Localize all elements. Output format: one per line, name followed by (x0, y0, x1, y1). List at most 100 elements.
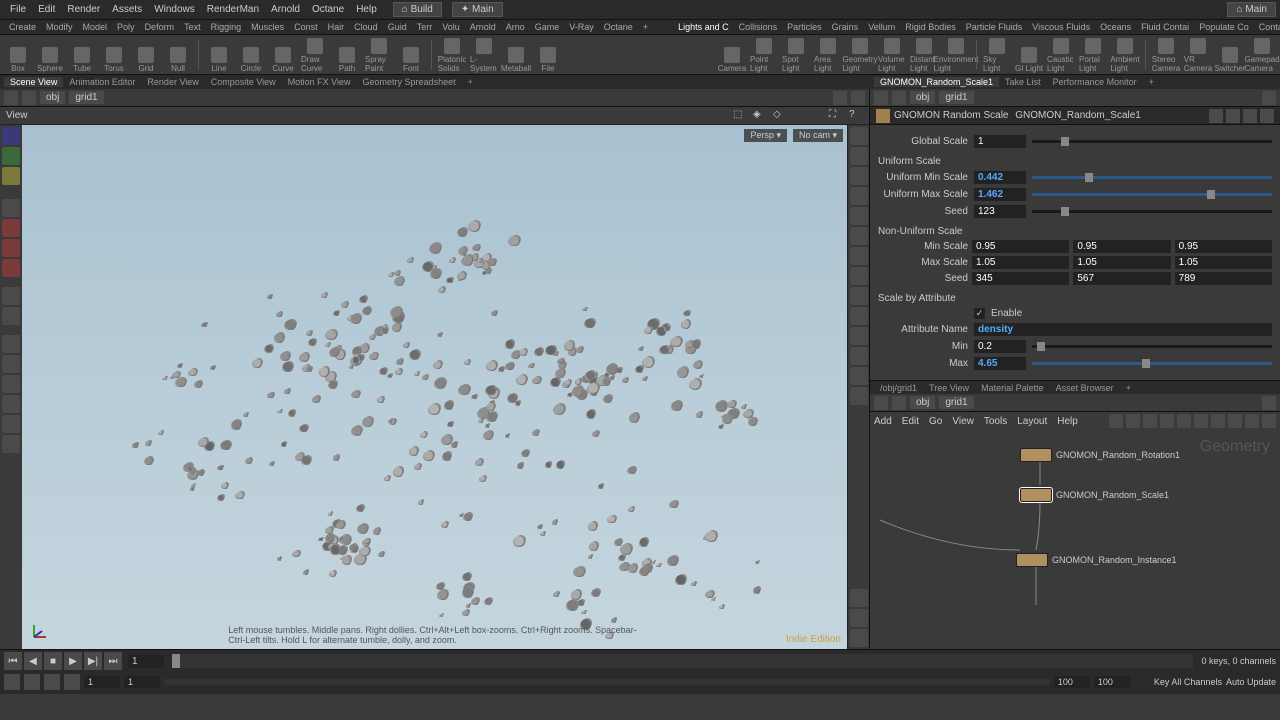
shelf-tab[interactable]: Model (78, 22, 113, 32)
snap-icon[interactable]: ⬚ (733, 109, 747, 123)
breadcrumb-obj[interactable]: obj (40, 91, 65, 104)
nmin-y-field[interactable]: 0.95 (1073, 240, 1170, 253)
shelf-tab[interactable]: Particle Fluids (961, 22, 1028, 32)
shelf-tab[interactable]: Collisions (734, 22, 783, 32)
nav-fwd-icon[interactable] (892, 396, 906, 410)
nav-fwd-icon[interactable] (892, 91, 906, 105)
ng-menu-view[interactable]: View (952, 416, 974, 427)
ng-menu-go[interactable]: Go (929, 416, 942, 427)
tab-composite[interactable]: Composite View (205, 77, 282, 87)
shelf-geolight[interactable]: Geometry Light (846, 37, 874, 73)
shelf-arealight[interactable]: Area Light (814, 37, 842, 73)
shelf-tab[interactable]: Create (4, 22, 41, 32)
ghost-icon[interactable] (850, 167, 868, 185)
play-next-button[interactable]: ▶| (84, 652, 102, 670)
breadcrumb-node[interactable]: grid1 (939, 396, 973, 409)
tab-node-params[interactable]: GNOMON_Random_Scale1 (874, 77, 999, 87)
shelf-box[interactable]: Box (4, 37, 32, 73)
shelf-tab[interactable]: Text (179, 22, 206, 32)
shelf-tab[interactable]: Guid (383, 22, 412, 32)
points-icon[interactable] (850, 247, 868, 265)
shelf-envlight[interactable]: Environment Light (942, 37, 970, 73)
shelf-metaball[interactable]: Metaball (502, 37, 530, 73)
menu-help[interactable]: Help (350, 4, 383, 15)
amax-slider[interactable] (1032, 362, 1272, 365)
breadcrumb-node[interactable]: grid1 (939, 91, 973, 104)
shading-icon[interactable]: ◇ (773, 109, 787, 123)
shelf-tab[interactable]: Grains (827, 22, 864, 32)
gear-icon[interactable] (1209, 109, 1223, 123)
chop-tool[interactable] (2, 415, 20, 433)
normals-icon[interactable] (850, 227, 868, 245)
shelf-sphere[interactable]: Sphere (36, 37, 64, 73)
nseed-x-field[interactable]: 345 (972, 272, 1069, 285)
shelf-vollight[interactable]: Volume Light (878, 37, 906, 73)
nav-fwd-icon[interactable] (22, 91, 36, 105)
ng-list-icon[interactable] (1126, 414, 1140, 428)
tab-scene-view[interactable]: Scene View (4, 77, 63, 87)
pin-icon[interactable] (851, 91, 865, 105)
play-stop-button[interactable]: ■ (44, 652, 62, 670)
ng-menu-help[interactable]: Help (1057, 416, 1078, 427)
range-track[interactable] (164, 679, 1050, 685)
shelf-tab[interactable]: Deform (140, 22, 180, 32)
nmin-x-field[interactable]: 0.95 (972, 240, 1069, 253)
shelf-stereocam[interactable]: Stereo Camera (1152, 37, 1180, 73)
profiles-icon[interactable] (850, 287, 868, 305)
current-frame-field[interactable]: 1 (128, 655, 164, 668)
menu-file[interactable]: File (4, 4, 32, 15)
sec-icon[interactable] (44, 674, 60, 690)
nseed-y-field[interactable]: 567 (1073, 272, 1170, 285)
display-opt-icon[interactable] (850, 127, 868, 145)
shelf-tab[interactable]: Viscous Fluids (1027, 22, 1095, 32)
camera-selector[interactable]: No cam ▾ (793, 129, 843, 142)
shelf-tab[interactable]: Muscles (246, 22, 289, 32)
breadcrumb-obj[interactable]: obj (910, 396, 935, 409)
menu-assets[interactable]: Assets (106, 4, 148, 15)
shelf-file[interactable]: File (534, 37, 562, 73)
shelf-tab[interactable]: Lights and C (673, 22, 734, 32)
shelf-tab[interactable]: Terr (412, 22, 438, 32)
search-icon[interactable] (1226, 109, 1240, 123)
shelf-path[interactable]: Path (333, 37, 361, 73)
desktop-build-selector[interactable]: ⌂ Build (393, 2, 442, 17)
shelf-switcher[interactable]: Switcher (1216, 37, 1244, 73)
shelf-tab[interactable]: Rigid Bodies (900, 22, 961, 32)
frame-icon[interactable] (24, 674, 40, 690)
amin-field[interactable]: 0.2 (974, 340, 1026, 353)
shelf-spray[interactable]: Spray Paint (365, 37, 393, 73)
view-menu[interactable]: View (6, 110, 28, 121)
attrname-field[interactable]: density (974, 323, 1272, 336)
pin-icon[interactable] (1262, 396, 1276, 410)
tab-take-list[interactable]: Take List (999, 77, 1047, 87)
nseed-z-field[interactable]: 789 (1175, 272, 1272, 285)
tab-add[interactable]: + (1143, 77, 1160, 87)
tab-anim-editor[interactable]: Animation Editor (63, 77, 141, 87)
nav-back-icon[interactable] (874, 91, 888, 105)
shelf-causticlight[interactable]: Caustic Light (1047, 37, 1075, 73)
umax-slider[interactable] (1032, 193, 1272, 196)
help-icon[interactable] (1260, 109, 1274, 123)
menu-octane[interactable]: Octane (306, 4, 350, 15)
scale-handle[interactable] (2, 259, 20, 277)
shelf-portallight[interactable]: Portal Light (1079, 37, 1107, 73)
shelf-null[interactable]: Null (164, 37, 192, 73)
play-button[interactable]: ▶ (64, 652, 82, 670)
play-first-button[interactable]: ⏮ (4, 652, 22, 670)
shelf-tab[interactable]: Poly (112, 22, 140, 32)
global-start-field[interactable]: 1 (124, 676, 160, 688)
node-random-instance[interactable]: GNOMON_Random_Instance1 (1016, 553, 1177, 567)
nav-back-icon[interactable] (874, 396, 888, 410)
shelf-drawcurve[interactable]: Draw Curve (301, 37, 329, 73)
pin-icon[interactable] (1262, 91, 1276, 105)
menu-arnold[interactable]: Arnold (265, 4, 306, 15)
shelf-tab-add[interactable]: + (638, 22, 653, 32)
node-graph[interactable]: Geometry GNOMON_Random_Rotation1 GNOMON_… (870, 430, 1280, 649)
shelf-tab[interactable]: Container Tools (1254, 22, 1280, 32)
translate-handle[interactable] (2, 219, 20, 237)
shelf-tab[interactable]: Oceans (1095, 22, 1136, 32)
backface-icon[interactable] (850, 207, 868, 225)
global-end-field[interactable]: 100 (1094, 676, 1130, 688)
play-prev-button[interactable]: ◀ (24, 652, 42, 670)
flipbook-icon[interactable] (850, 609, 868, 627)
